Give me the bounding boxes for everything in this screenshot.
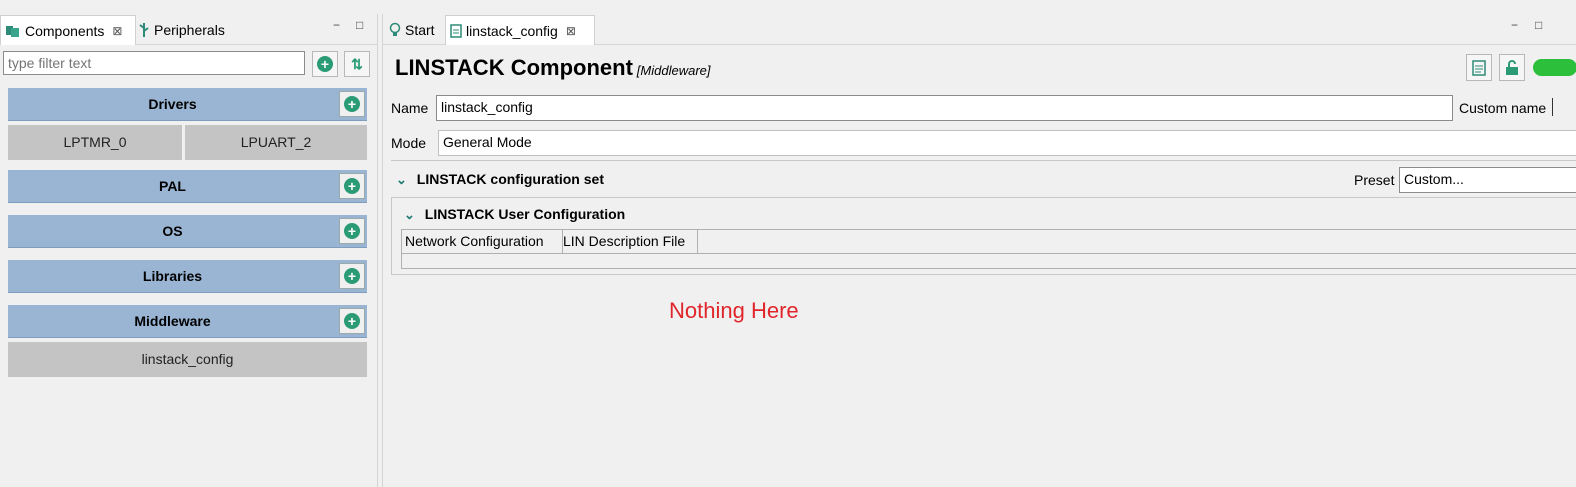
page-title-row: LINSTACK Component [Middleware] (395, 55, 711, 81)
tab-linstack-config[interactable]: linstack_config ⊠ (445, 15, 595, 45)
component-lpuart-2[interactable]: LPUART_2 (185, 125, 367, 160)
component-linstack-config[interactable]: linstack_config (8, 342, 367, 377)
category-label: PAL (159, 178, 186, 194)
page-title: LINSTACK Component (395, 55, 633, 80)
user-config-section: ⌄ LINSTACK User Configuration Network Co… (391, 197, 1576, 275)
minimize-icon[interactable]: − (1511, 18, 1518, 32)
mode-select[interactable]: General Mode (438, 130, 1576, 156)
usb-icon (139, 22, 149, 37)
page-subtitle: [Middleware] (636, 63, 711, 78)
document-button[interactable] (1466, 54, 1492, 81)
category-drivers[interactable]: Drivers + (8, 88, 367, 121)
subtab-content (401, 254, 1576, 269)
category-os[interactable]: OS + (8, 215, 367, 248)
minimize-icon[interactable]: − (333, 18, 340, 32)
divider (391, 160, 1576, 161)
subtab-bar: Network Configuration LIN Description Fi… (401, 229, 1576, 254)
editor-tabbar: Start linstack_config ⊠ − □ (383, 14, 1576, 45)
tab-linstack-config-label: linstack_config (466, 22, 558, 39)
user-config-header[interactable]: ⌄ LINSTACK User Configuration (404, 206, 625, 223)
tab-components-label: Components (25, 22, 105, 39)
name-field[interactable]: linstack_config (436, 95, 1453, 121)
category-middleware[interactable]: Middleware + (8, 305, 367, 338)
plus-icon: + (344, 313, 360, 329)
lightbulb-icon (389, 22, 401, 36)
name-label: Name (391, 100, 429, 116)
tab-peripherals-label: Peripherals (154, 21, 225, 38)
custom-name-label: Custom name (1459, 100, 1547, 116)
document-icon (1472, 59, 1486, 76)
add-middleware-button[interactable]: + (339, 308, 365, 334)
chevron-down-icon: ⌄ (396, 172, 407, 187)
config-file-icon (450, 23, 462, 38)
plus-icon: + (317, 56, 333, 72)
unlock-icon (1506, 59, 1518, 75)
components-icon (6, 25, 19, 37)
preset-select[interactable]: Custom... (1399, 167, 1576, 193)
category-label: Libraries (142, 268, 203, 284)
mode-label: Mode (391, 135, 427, 151)
category-label: OS (162, 223, 183, 239)
category-pal[interactable]: PAL + (8, 170, 367, 203)
component-lptmr-0[interactable]: LPTMR_0 (8, 125, 182, 160)
plus-icon: + (344, 96, 360, 112)
config-set-label: LINSTACK configuration set (416, 171, 604, 187)
subtab-network-configuration[interactable]: Network Configuration (402, 230, 563, 253)
plus-icon: + (344, 268, 360, 284)
category-label: Middleware (134, 313, 211, 329)
subtab-lin-description-file[interactable]: LIN Description File (560, 230, 698, 253)
maximize-icon[interactable]: □ (1535, 18, 1542, 32)
lock-button[interactable] (1499, 54, 1525, 81)
close-icon[interactable]: ⊠ (112, 24, 122, 38)
components-view: Components ⊠ Peripherals − □ + ⇅ Drivers… (0, 14, 378, 487)
sort-button[interactable]: ⇅ (344, 51, 370, 77)
tab-peripherals[interactable]: Peripherals (134, 15, 248, 44)
category-libraries[interactable]: Libraries + (8, 260, 367, 293)
add-library-button[interactable]: + (339, 263, 365, 289)
preset-label: Preset (1354, 172, 1395, 188)
config-set-header[interactable]: ⌄ LINSTACK configuration set (396, 171, 604, 188)
chevron-down-icon: ⌄ (404, 207, 415, 222)
plus-icon: + (344, 178, 360, 194)
custom-name-checkbox[interactable] (1552, 98, 1553, 116)
add-driver-button[interactable]: + (339, 91, 365, 117)
add-component-button[interactable]: + (312, 51, 338, 77)
plus-icon: + (344, 223, 360, 239)
add-os-button[interactable]: + (339, 218, 365, 244)
component-editor: Start linstack_config ⊠ − □ LINSTACK Com… (382, 14, 1576, 487)
sort-icon: ⇅ (351, 55, 363, 72)
tab-start-label: Start (405, 21, 435, 38)
filter-input[interactable] (3, 51, 305, 75)
maximize-icon[interactable]: □ (356, 18, 363, 32)
nothing-here-annotation: Nothing Here (669, 298, 799, 323)
user-config-label: LINSTACK User Configuration (424, 206, 626, 222)
close-icon[interactable]: ⊠ (566, 24, 576, 38)
category-label: Drivers (148, 96, 197, 112)
add-pal-button[interactable]: + (339, 173, 365, 199)
tab-components[interactable]: Components ⊠ (0, 15, 136, 45)
tab-start[interactable]: Start (385, 15, 447, 44)
components-tabbar: Components ⊠ Peripherals − □ (0, 14, 377, 45)
enable-toggle[interactable] (1533, 59, 1576, 76)
